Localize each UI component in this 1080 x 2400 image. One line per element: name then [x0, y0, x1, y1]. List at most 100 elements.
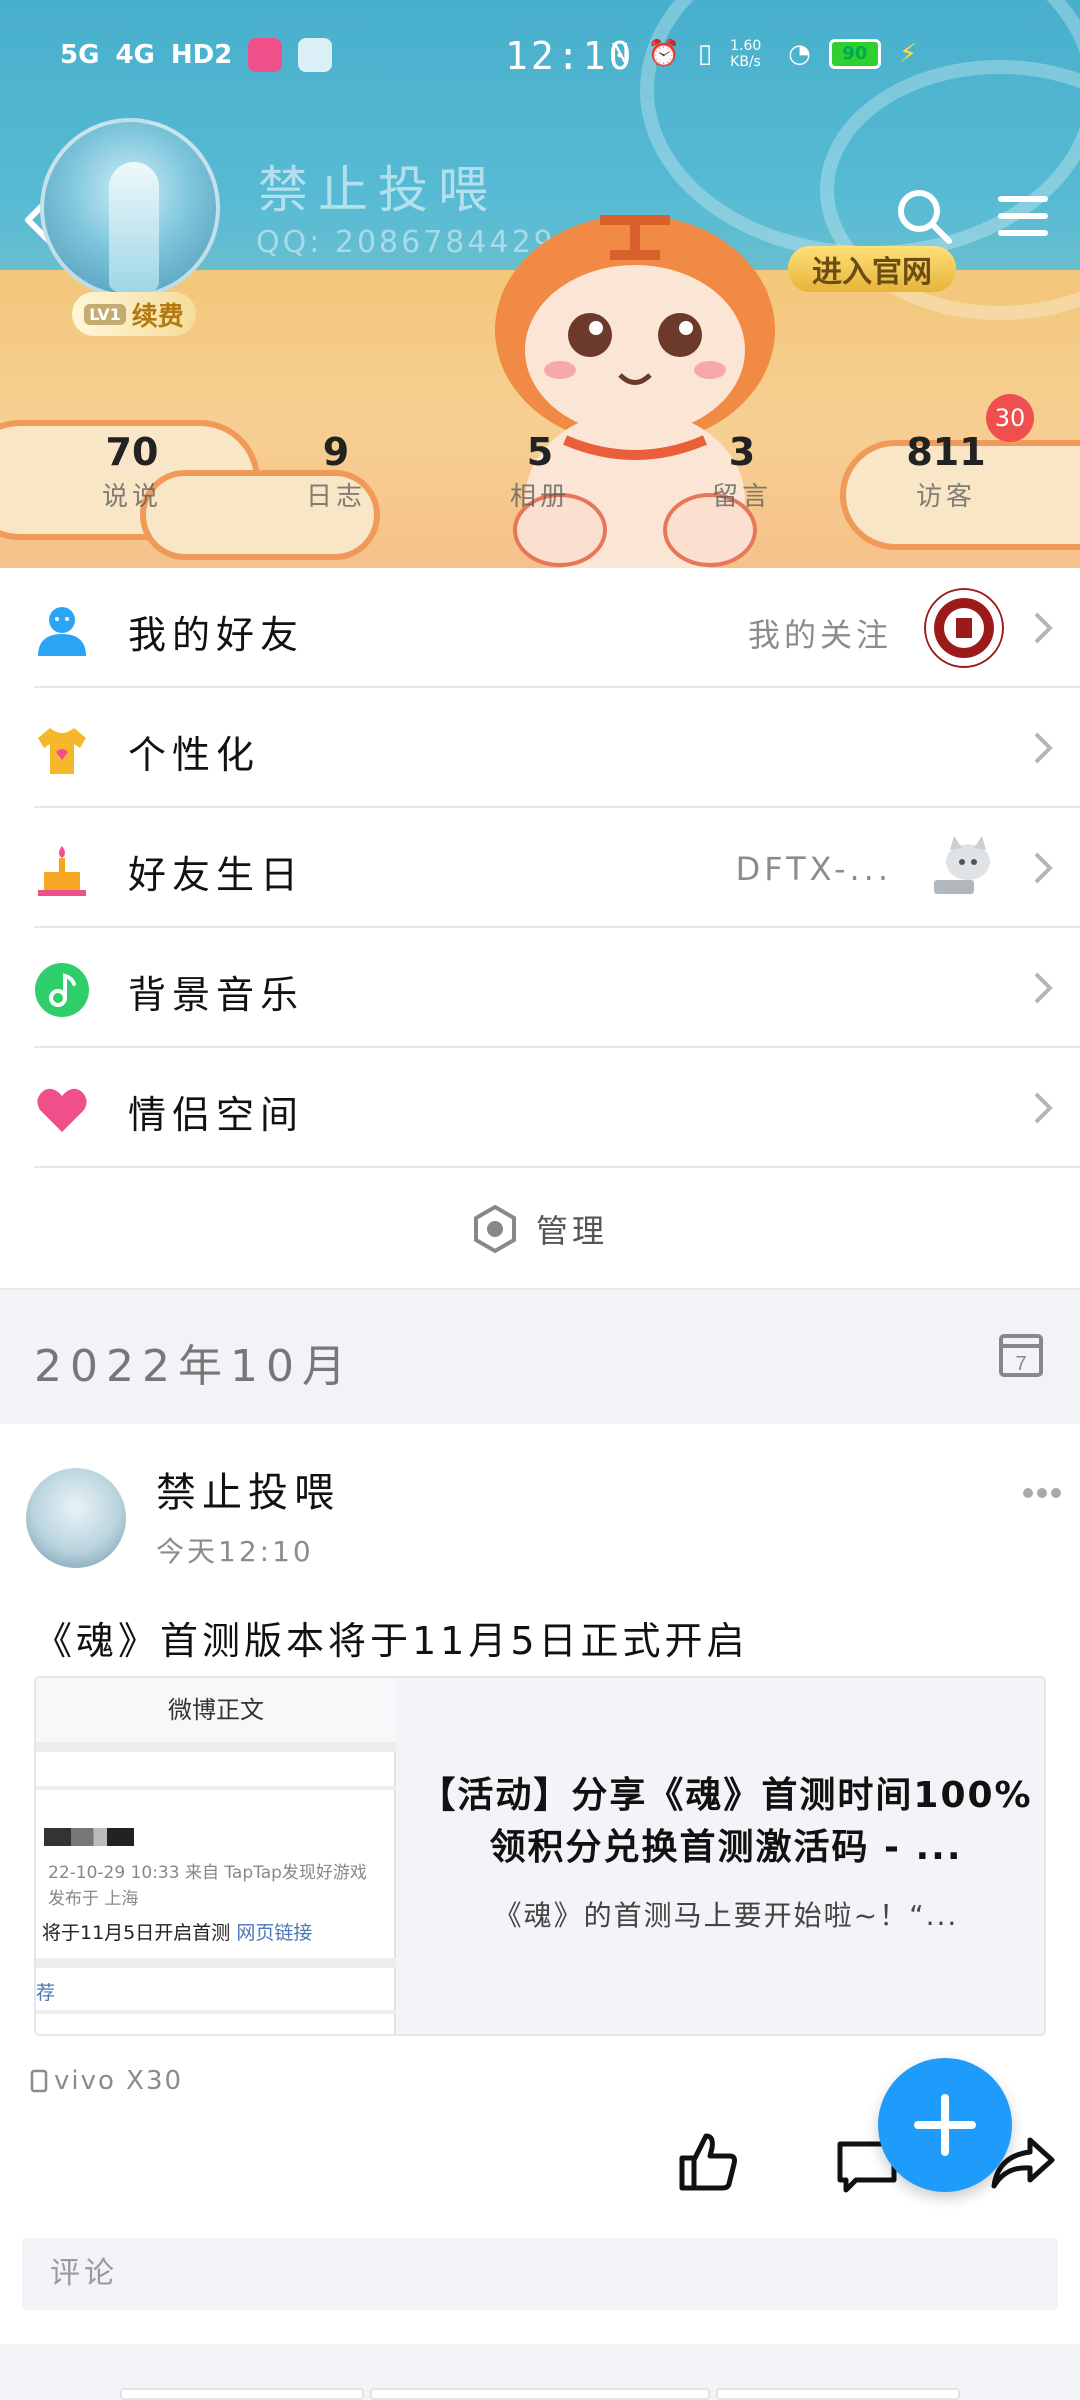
shared-link-description: 《魂》的首测马上要开始啦~！“...: [493, 1899, 959, 1932]
birthday-cake-icon: [38, 846, 86, 896]
next-post-peek: [0, 2344, 1080, 2400]
menu-item-label: 好友生日: [128, 853, 305, 897]
thumb-body: 将于11月5日开启首测 网页链接: [42, 1918, 312, 1945]
thumb-recommend: 荐: [36, 1982, 56, 2004]
stat-visitors[interactable]: 811 访客: [876, 430, 1016, 513]
network-5g-label: 5G: [60, 40, 100, 70]
menu-icon[interactable]: [996, 192, 1050, 240]
menu-item-couple-space[interactable]: 情侣空间: [0, 1048, 1080, 1168]
stat-value: 70: [105, 430, 159, 474]
timeline-month-header: 2022年10月 7: [0, 1288, 1080, 1424]
profile-menu-list: 我的好友 我的关注 个性化 好友生日 DFTX-... 背景音乐 情侣空间: [0, 568, 1080, 1168]
renew-label: 续费: [131, 301, 184, 332]
my-follow-label: 我的关注: [747, 616, 892, 654]
manage-button[interactable]: 管理: [0, 1170, 1080, 1288]
official-site-button[interactable]: 进入官网: [788, 246, 956, 292]
next-post-bar: [120, 2388, 364, 2400]
post-author-name[interactable]: 禁止投喂: [156, 1460, 340, 1518]
app-notification-icon: [248, 38, 283, 72]
profile-avatar[interactable]: [40, 118, 220, 298]
chevron-right-icon: [1034, 1092, 1053, 1124]
vip-level-badge: LV1: [84, 303, 126, 325]
network-4g-label: 4G: [115, 40, 155, 70]
thumb-body-text: 将于11月5日开启首测: [42, 1922, 231, 1944]
stat-label: 访客: [915, 482, 976, 512]
timeline-month: 2022年10月: [34, 1341, 354, 1392]
vibrate-icon: ▯: [697, 39, 713, 69]
menu-item-birthday[interactable]: 好友生日 DFTX-...: [0, 808, 1080, 928]
shared-link-thumbnail: 微博正文 22-10-29 10:33 来自 TapTap发现好游戏 发布于 上…: [36, 1678, 396, 2034]
charging-icon: ⚡: [898, 39, 918, 69]
stat-blog[interactable]: 9 日志: [266, 430, 406, 513]
nfc-icon: N: [610, 39, 630, 69]
post-text: 《魂》首测版本将于11月5日正式开启: [34, 1619, 749, 1663]
menu-item-friends[interactable]: 我的好友 我的关注: [0, 568, 1080, 688]
tshirt-icon: [38, 728, 86, 774]
device-name: vivo X30: [54, 2066, 184, 2096]
calendar-icon[interactable]: 7: [998, 1330, 1044, 1378]
thumb-redacted-name: [44, 1828, 134, 1846]
heart-icon: [37, 1088, 87, 1132]
thumb-location: 发布于 上海: [48, 1889, 139, 1909]
renew-vip-button[interactable]: LV1 续费: [72, 292, 196, 336]
network-speed: 1.60 KB/s: [730, 38, 762, 70]
plus-icon: [914, 2094, 976, 2156]
friends-icon: [38, 607, 86, 656]
post-device: vivo X30: [30, 2066, 183, 2096]
thumb-meta: 22-10-29 10:33 来自 TapTap发现好游戏: [48, 1863, 367, 1883]
more-options-icon[interactable]: [1022, 1486, 1062, 1500]
stat-value: 9: [322, 430, 350, 474]
stat-value: 5: [526, 430, 554, 474]
like-thumbs-up-icon[interactable]: [676, 2130, 740, 2194]
thumb-divider: [36, 1958, 396, 1968]
post-author-avatar[interactable]: [26, 1468, 126, 1568]
menu-item-personalize[interactable]: 个性化: [0, 688, 1080, 808]
search-icon[interactable]: [894, 186, 954, 246]
profile-header: 5G 4G HD2 12:10 N ⏰ ▯ 1.60 KB/s ◔ 90 ⚡ L…: [0, 0, 1080, 568]
birthday-friend-name: DFTX-...: [735, 850, 892, 888]
post-timestamp: 今天12:10: [156, 1535, 314, 1568]
status-bar-right: N ⏰ ▯ 1.60 KB/s ◔ 90 ⚡: [610, 38, 917, 70]
menu-item-label: 背景音乐: [128, 973, 305, 1017]
app-notification-icon: [298, 38, 333, 72]
chevron-right-icon: [1034, 972, 1053, 1004]
profile-stats: 70 说说 9 日志 5 相册 3 留言 811 访客: [0, 430, 1080, 540]
wifi-icon: ◔: [788, 39, 811, 69]
menu-item-label: 个性化: [128, 733, 261, 777]
thumb-divider: [36, 2010, 396, 2014]
comment-input[interactable]: 评论: [22, 2238, 1058, 2310]
stat-value: 3: [728, 430, 756, 474]
birthday-friend-avatar: [924, 828, 1004, 908]
battery-icon: 90: [828, 39, 881, 69]
settings-hexagon-icon: [473, 1204, 516, 1254]
stat-label: 留言: [711, 482, 772, 512]
menu-item-label: 我的好友: [128, 613, 305, 657]
stat-messages[interactable]: 3 留言: [672, 430, 812, 513]
thumb-divider: [36, 1786, 396, 1790]
stat-label: 日志: [305, 482, 366, 512]
status-bar: 5G 4G HD2 12:10 N ⏰ ▯ 1.60 KB/s ◔ 90 ⚡: [0, 0, 1080, 118]
music-note-icon: [35, 963, 89, 1017]
menu-item-background-music[interactable]: 背景音乐: [0, 928, 1080, 1048]
stat-label: 说说: [101, 482, 162, 512]
manage-label: 管理: [535, 1212, 608, 1250]
shared-link-card[interactable]: 微博正文 22-10-29 10:33 来自 TapTap发现好游戏 发布于 上…: [34, 1676, 1046, 2036]
stat-shuoshuo[interactable]: 70 说说: [62, 430, 202, 513]
network-hd-label: HD2: [170, 40, 233, 70]
stat-album[interactable]: 5 相册: [470, 430, 610, 513]
svg-text:7: 7: [1015, 1353, 1026, 1375]
thumb-title: 微博正文: [36, 1678, 396, 1742]
chevron-right-icon: [1034, 612, 1053, 644]
phone-icon: [30, 2069, 48, 2093]
chevron-right-icon: [1034, 732, 1053, 764]
create-post-button[interactable]: [878, 2058, 1012, 2192]
avatar-figure: [109, 162, 159, 292]
alarm-icon: ⏰: [647, 39, 680, 69]
chevron-right-icon: [1034, 852, 1053, 884]
menu-item-label: 情侣空间: [128, 1093, 305, 1137]
thumb-link: 网页链接: [236, 1922, 313, 1944]
next-post-bar: [370, 2388, 710, 2400]
status-bar-left: 5G 4G HD2: [60, 38, 333, 72]
next-post-bar: [716, 2388, 960, 2400]
thumb-divider: [36, 1742, 396, 1752]
